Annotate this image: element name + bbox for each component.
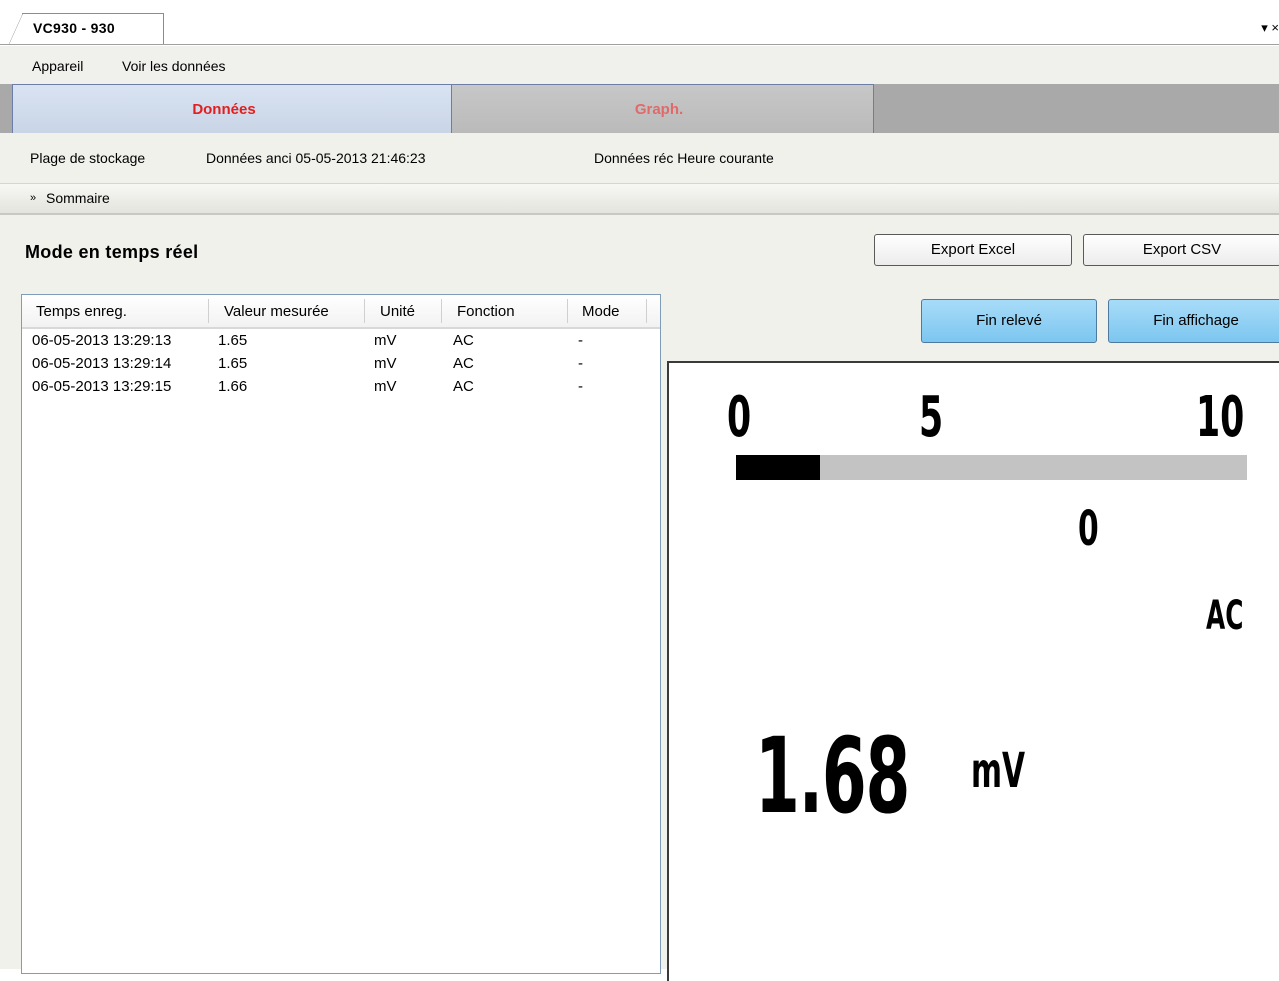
storage-info-row: Plage de stockage Données anci 05-05-201… [0, 133, 1279, 183]
main-reading: 1.68 [755, 715, 910, 837]
window-controls[interactable]: ▾ × [1261, 20, 1279, 36]
cell-mode: - [578, 332, 583, 349]
cell-mode: - [578, 378, 583, 395]
tab-donnees[interactable]: Données [12, 84, 452, 133]
summary-bar[interactable]: » Sommaire [0, 183, 1279, 215]
column-fonction[interactable]: Fonction [457, 303, 515, 320]
export-csv-button[interactable]: Export CSV [1083, 234, 1279, 266]
table-header: Temps enreg. Valeur mesurée Unité Foncti… [22, 295, 660, 329]
column-valeur-mesuree[interactable]: Valeur mesurée [224, 303, 329, 320]
column-separator[interactable] [208, 299, 209, 323]
scale-min-label: 0 [727, 385, 752, 450]
scale-max-label: 10 [1196, 385, 1245, 450]
table-row[interactable]: 06-05-2013 13:29:14 1.65 mV AC - [22, 353, 660, 376]
column-mode[interactable]: Mode [582, 303, 620, 320]
cell-value: 1.65 [218, 355, 248, 372]
cell-unit: mV [374, 378, 397, 395]
mode-title: Mode en temps réel [25, 242, 199, 262]
column-separator[interactable] [441, 299, 442, 323]
cell-mode: - [578, 355, 583, 372]
menu-voir-les-donnees[interactable]: Voir les données [122, 58, 226, 74]
reading-unit: mV [971, 743, 1026, 799]
export-excel-button[interactable]: Export Excel [874, 234, 1072, 266]
level-bar-track [736, 455, 1247, 480]
scale-mid-label: 5 [919, 385, 944, 450]
recent-data-value: Données réc Heure courante [594, 150, 774, 166]
cell-unit: mV [374, 355, 397, 372]
menu-bar: Appareil Voir les données [0, 46, 1279, 84]
fin-affichage-button[interactable]: Fin affichage [1108, 299, 1279, 343]
cell-function: AC [453, 378, 474, 395]
cell-function: AC [453, 355, 474, 372]
cell-function: AC [453, 332, 474, 349]
column-separator[interactable] [646, 299, 647, 323]
tab-strip-divider [0, 44, 1279, 45]
data-table[interactable]: Temps enreg. Valeur mesurée Unité Foncti… [21, 294, 661, 974]
cell-unit: mV [374, 332, 397, 349]
content-area: Mode en temps réel Export Excel Export C… [0, 215, 1279, 981]
column-unite[interactable]: Unité [380, 303, 415, 320]
cell-time: 06-05-2013 13:29:15 [32, 378, 172, 395]
tab-graph-label: Graph. [634, 101, 684, 118]
table-row[interactable]: 06-05-2013 13:29:13 1.65 mV AC - [22, 330, 660, 353]
cell-value: 1.66 [218, 378, 248, 395]
secondary-value: 0 [1078, 501, 1099, 557]
cell-time: 06-05-2013 13:29:14 [32, 355, 172, 372]
double-chevron-down-icon: » [30, 192, 37, 204]
storage-range-label: Plage de stockage [30, 150, 146, 166]
meter-display: 0 5 10 0 AC 1.68 mV [667, 361, 1279, 981]
tab-graph[interactable]: Graph. [444, 84, 874, 133]
cell-time: 06-05-2013 13:29:13 [32, 332, 172, 349]
cell-value: 1.65 [218, 332, 248, 349]
document-tab[interactable]: VC930 - 930 [9, 13, 164, 44]
summary-label: Sommaire [46, 190, 110, 206]
old-data-value: Données anci 05-05-2013 21:46:23 [206, 150, 426, 166]
level-bar-fill [736, 455, 820, 480]
tab-donnees-label: Données [192, 101, 256, 118]
function-indicator: AC [1206, 593, 1244, 639]
table-row[interactable]: 06-05-2013 13:29:15 1.66 mV AC - [22, 376, 660, 399]
column-separator[interactable] [364, 299, 365, 323]
fin-releve-button[interactable]: Fin relevé [921, 299, 1097, 343]
document-tab-label: VC930 - 930 [33, 20, 115, 36]
menu-appareil[interactable]: Appareil [32, 58, 83, 74]
document-tab-strip: VC930 - 930 ▾ × [0, 0, 1279, 46]
column-separator[interactable] [567, 299, 568, 323]
column-temps-enreg[interactable]: Temps enreg. [36, 303, 127, 320]
main-tab-bar: Graph. Données [0, 84, 1279, 133]
